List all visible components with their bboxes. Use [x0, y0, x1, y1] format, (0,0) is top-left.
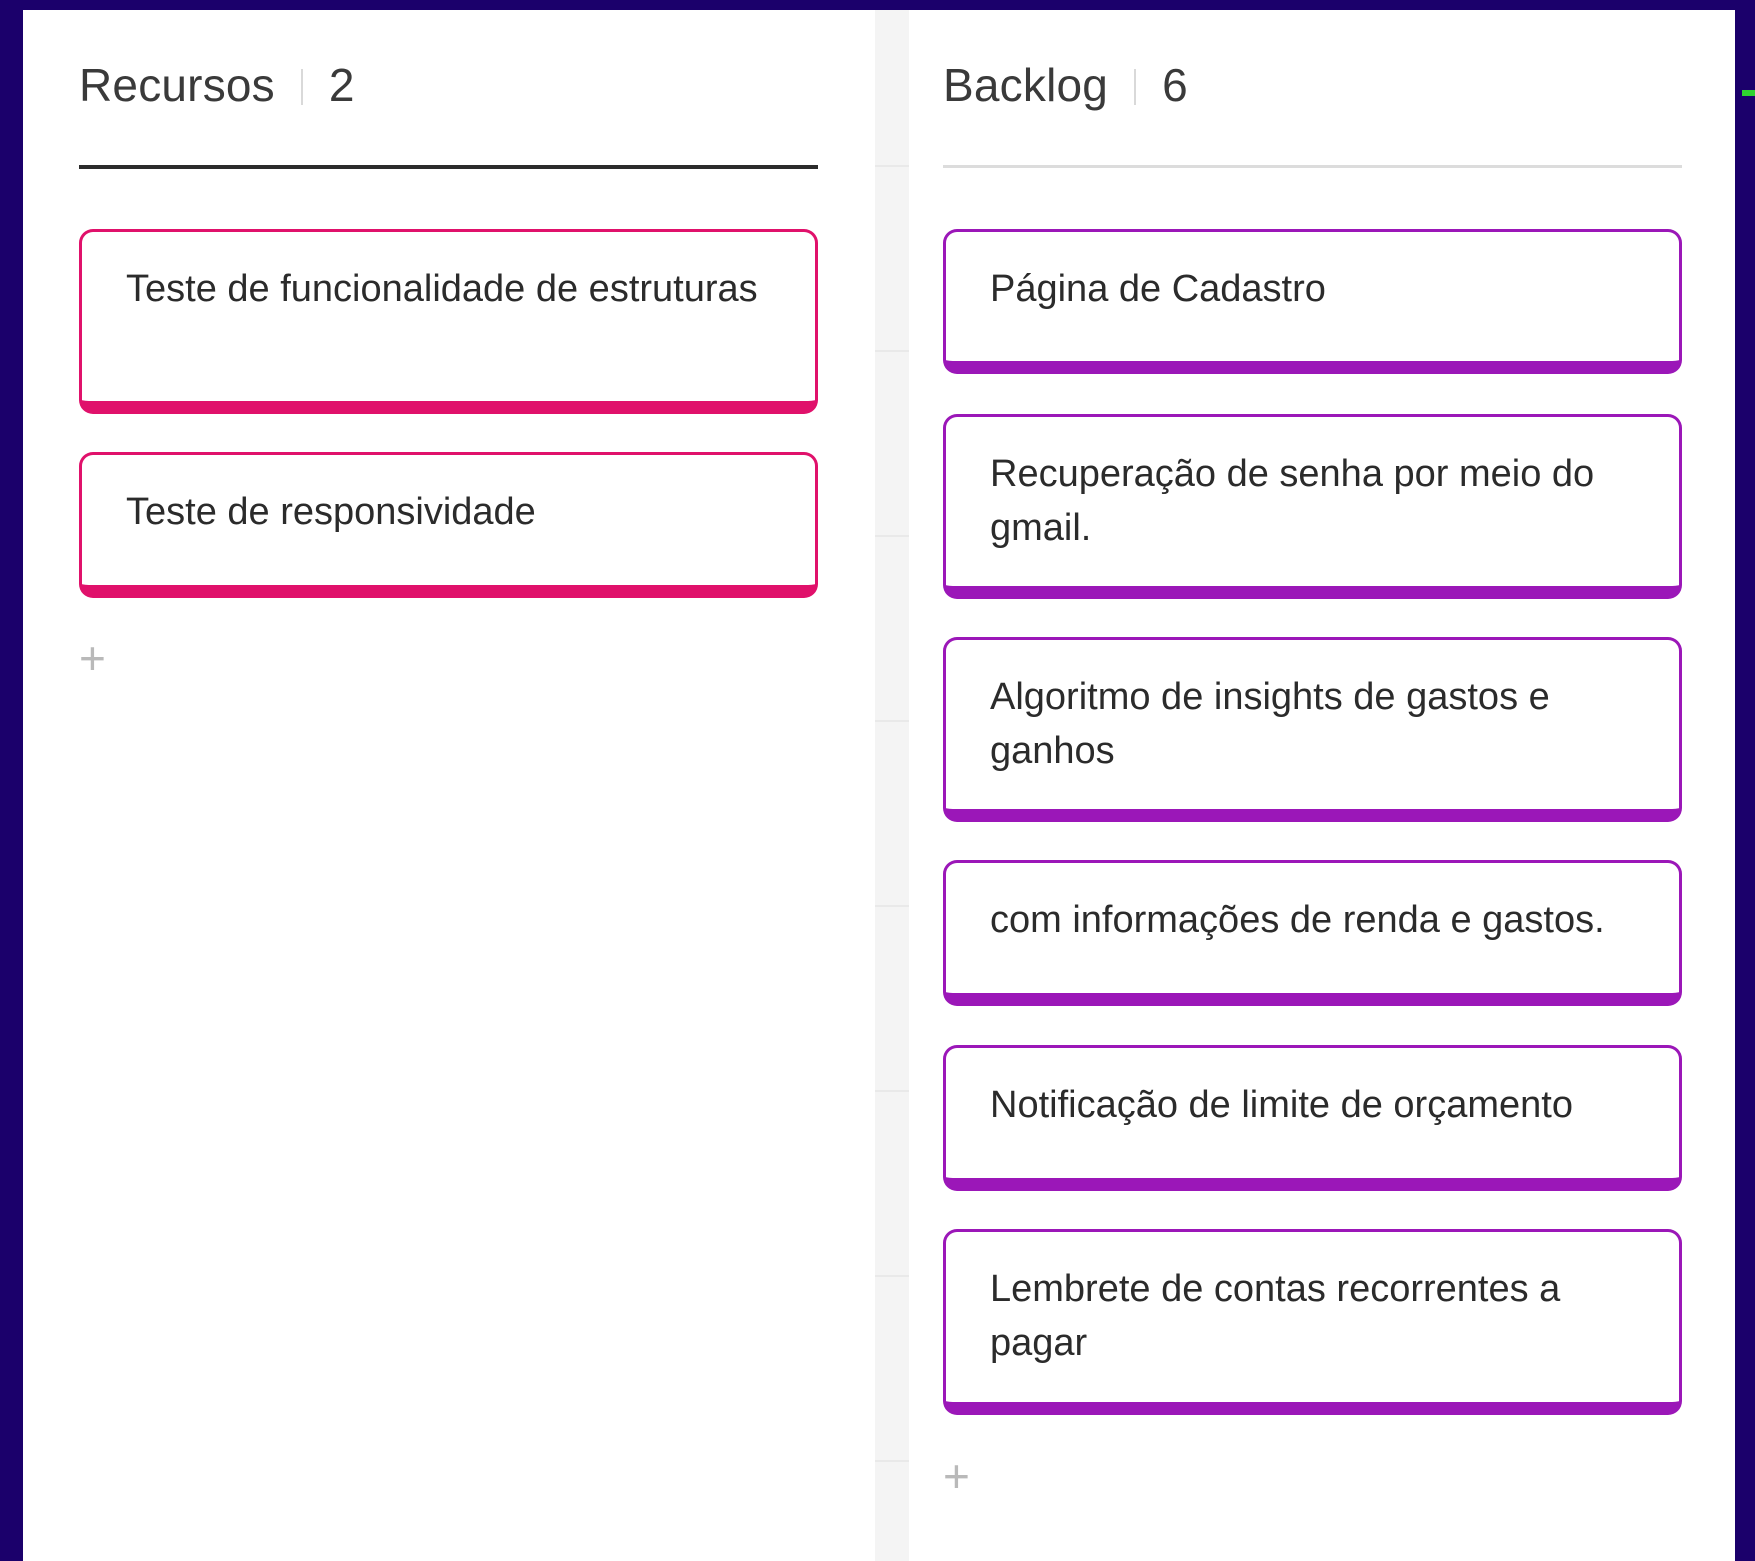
column-divider: [875, 10, 909, 1561]
task-card-text: Lembrete de contas recorrentes a pagar: [990, 1268, 1561, 1364]
task-card-text: Recuperação de senha por meio do gmail.: [990, 453, 1595, 549]
task-card-text: Teste de funcionalidade de estruturas: [126, 268, 758, 310]
title-separator: [1134, 69, 1137, 105]
column-recursos: Recursos 2 Teste de funcionalidade de est…: [79, 10, 818, 681]
task-card[interactable]: Teste de responsividade: [79, 452, 818, 598]
task-card[interactable]: Lembrete de contas recorrentes a pagar: [943, 1229, 1682, 1415]
task-card[interactable]: com informações de renda e gastos.: [943, 860, 1682, 1006]
add-card-button[interactable]: +: [943, 1453, 970, 1499]
column-header: Recursos 2: [79, 10, 818, 169]
edge-indicator: [1742, 90, 1755, 96]
task-card-text: com informações de renda e gastos.: [990, 899, 1605, 941]
column-title[interactable]: Backlog 6: [943, 58, 1188, 112]
task-card[interactable]: Recuperação de senha por meio do gmail.: [943, 414, 1682, 599]
task-card[interactable]: Notificação de limite de orçamento: [943, 1045, 1682, 1191]
plus-icon: +: [943, 1450, 970, 1502]
column-header-underline: [943, 165, 1682, 168]
column-title-label: Recursos: [79, 59, 275, 111]
task-card-text: Teste de responsividade: [126, 491, 536, 533]
task-card-text: Algoritmo de insights de gastos e ganhos: [990, 676, 1550, 772]
title-separator: [300, 69, 303, 105]
column-title-label: Backlog: [943, 59, 1109, 111]
column-header: Backlog 6: [943, 10, 1682, 168]
task-card[interactable]: Página de Cadastro: [943, 229, 1682, 374]
column-title[interactable]: Recursos 2: [79, 58, 355, 112]
task-card[interactable]: Teste de funcionalidade de estruturas: [79, 229, 818, 414]
add-card-button[interactable]: +: [79, 635, 106, 681]
task-card-text: Página de Cadastro: [990, 268, 1326, 310]
column-backlog: Backlog 6 Página de Cadastro Recuperação …: [943, 10, 1682, 1499]
column-header-underline: [79, 165, 818, 169]
task-card-text: Notificação de limite de orçamento: [990, 1084, 1573, 1126]
plus-icon: +: [79, 632, 106, 684]
column-card-count: 6: [1162, 59, 1188, 111]
kanban-board: Recursos 2 Teste de funcionalidade de est…: [23, 10, 1735, 1561]
task-card[interactable]: Algoritmo de insights de gastos e ganhos: [943, 637, 1682, 822]
column-card-count: 2: [328, 59, 355, 111]
